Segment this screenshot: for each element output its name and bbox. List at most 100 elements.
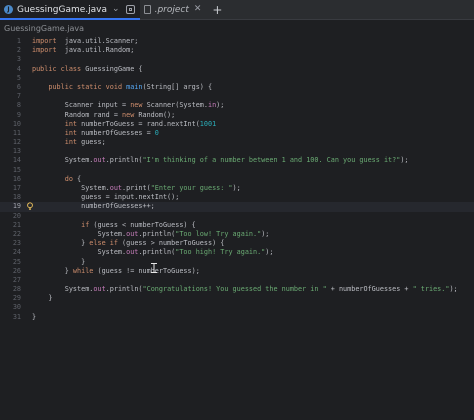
line-number: 19 [12,202,21,211]
code-text[interactable]: } else if (guess > numberToGuess) { [32,239,224,248]
code-line[interactable]: 30 [0,303,474,312]
code-text[interactable]: guess = input.nextInt(); [32,193,179,202]
code-line[interactable]: 29 } [0,294,474,303]
line-number: 20 [12,211,21,220]
code-line[interactable]: 19 numberOfGuesses++; [0,202,474,212]
line-number: 27 [12,275,21,284]
code-line[interactable]: 1 import java.util.Scanner; [0,37,474,46]
line-number: 25 [12,257,21,266]
code-text[interactable]: import java.util.Scanner; [32,37,138,46]
code-line[interactable]: 9 Random rand = new Random(); [0,111,474,120]
code-text[interactable]: System.out.println("Too low! Try again."… [32,230,269,239]
code-editor[interactable]: 1 import java.util.Scanner; 2 import java.u… [0,37,474,322]
line-number: 7 [16,92,21,101]
code-text[interactable]: import java.util.Random; [32,46,134,55]
code-text[interactable]: int guess; [32,138,106,147]
code-line[interactable]: 24 System.out.println("Too high! Try aga… [0,248,474,257]
line-number: 30 [12,303,21,312]
line-number: 26 [12,266,21,275]
code-line[interactable]: 31} [0,313,474,322]
line-number: 17 [12,184,21,192]
code-line[interactable]: 10 int numberToGuess = rand.nextInt(1001 [0,120,474,129]
code-line[interactable]: 3 [0,55,474,64]
code-line[interactable]: 13 [0,147,474,156]
breadcrumb-file[interactable]: GuessingGame.java [4,24,84,33]
java-file-icon: J [4,5,13,14]
code-text[interactable]: do { [32,175,81,184]
line-number: 21 [12,220,21,229]
code-text[interactable]: int numberToGuess = rand.nextInt(1001 [32,120,216,129]
code-line[interactable]: 17 System.out.print("Enter your guess: "… [0,184,474,193]
line-number: 2 [16,46,21,55]
code-text[interactable]: } [32,294,52,303]
code-line[interactable]: 18 guess = input.nextInt(); [0,193,474,202]
tab-label: .project [154,4,189,15]
line-number: 24 [12,248,21,257]
code-text[interactable]: System.out.println("I'm thinking of a nu… [32,156,409,165]
code-text[interactable]: System.out.println("Congratulations! You… [32,285,458,294]
line-number: 3 [16,55,21,64]
line-number: 4 [16,64,21,73]
code-line[interactable]: 27 [0,276,474,285]
line-number: 13 [12,147,21,156]
line-number: 6 [16,82,21,91]
line-number: 1 [16,37,21,45]
code-line[interactable]: 28 System.out.println("Congratulations! … [0,285,474,294]
line-number: 15 [12,165,21,174]
editor-tab-bar: J GuessingGame.java ⌄ .project ✕ + [0,0,474,20]
code-line[interactable]: 5 [0,74,474,83]
tab-label: GuessingGame.java [17,4,108,15]
line-number: 11 [12,128,21,137]
code-text[interactable]: public class GuessingGame { [32,65,143,74]
code-line[interactable]: 4 public class GuessingGame { [0,65,474,74]
code-line[interactable]: 7 [0,92,474,101]
tab-project[interactable]: .project ✕ [140,0,207,19]
code-line[interactable]: 22 System.out.println("Too low! Try agai… [0,230,474,239]
line-number: 16 [12,174,21,183]
code-line[interactable]: 20 [0,212,474,221]
code-text[interactable]: Random rand = new Random(); [32,111,176,120]
code-text[interactable]: int numberOfGuesses = 0 [32,129,159,138]
code-text[interactable]: System.out.println("Too high! Try again.… [32,248,273,257]
code-text[interactable]: System.out.print("Enter your guess: "); [32,184,241,193]
code-line[interactable]: 25 } [0,258,474,267]
code-text[interactable]: } while (guess != numberToGuess); [32,267,200,276]
line-number: 10 [12,119,21,128]
code-line[interactable]: 15 [0,166,474,175]
line-number: 14 [12,156,21,165]
code-line[interactable]: 23 } else if (guess > numberToGuess) { [0,239,474,248]
close-icon[interactable]: ✕ [194,5,202,14]
code-line[interactable]: 11 int numberOfGuesses = 0 [0,129,474,138]
line-number: 29 [12,294,21,303]
code-line[interactable]: 21 if (guess < numberToGuess) { [0,221,474,230]
code-line[interactable]: 16 do { [0,175,474,184]
code-line[interactable]: 6 public static void main(String[] args)… [0,83,474,92]
code-line[interactable]: 14 System.out.println("I'm thinking of a… [0,156,474,165]
line-number: 5 [16,73,21,82]
file-icon [143,5,151,14]
breadcrumb[interactable]: GuessingGame.java [0,20,474,36]
code-line[interactable]: 12 int guess; [0,138,474,147]
code-text[interactable]: numberOfGuesses++; [32,202,155,211]
code-text[interactable]: } [32,258,85,267]
line-number: 23 [12,239,21,248]
code-line[interactable]: 8 Scanner input = new Scanner(System.in)… [0,101,474,110]
line-number: 31 [12,312,21,321]
code-text[interactable]: Scanner input = new Scanner(System.in); [32,101,225,110]
code-text[interactable]: public static void main(String[] args) { [32,83,212,92]
tab-guessinggame-java[interactable]: J GuessingGame.java ⌄ [0,0,140,20]
line-number: 18 [12,193,21,202]
chevron-down-icon[interactable]: ⌄ [112,5,120,14]
line-number: 22 [12,229,21,238]
line-number: 8 [16,101,21,110]
line-number: 28 [12,285,21,294]
code-line[interactable]: 2 import java.util.Random; [0,46,474,55]
code-line[interactable]: 26 } while (guess != numberToGuess); [0,267,474,276]
add-icon[interactable]: + [206,0,228,19]
text-cursor-icon [151,263,157,273]
line-number: 12 [12,138,21,147]
line-number: 9 [16,110,21,119]
code-text[interactable]: if (guess < numberToGuess) { [32,221,196,230]
split-view-icon[interactable] [125,5,135,14]
code-text[interactable]: } [32,313,36,322]
